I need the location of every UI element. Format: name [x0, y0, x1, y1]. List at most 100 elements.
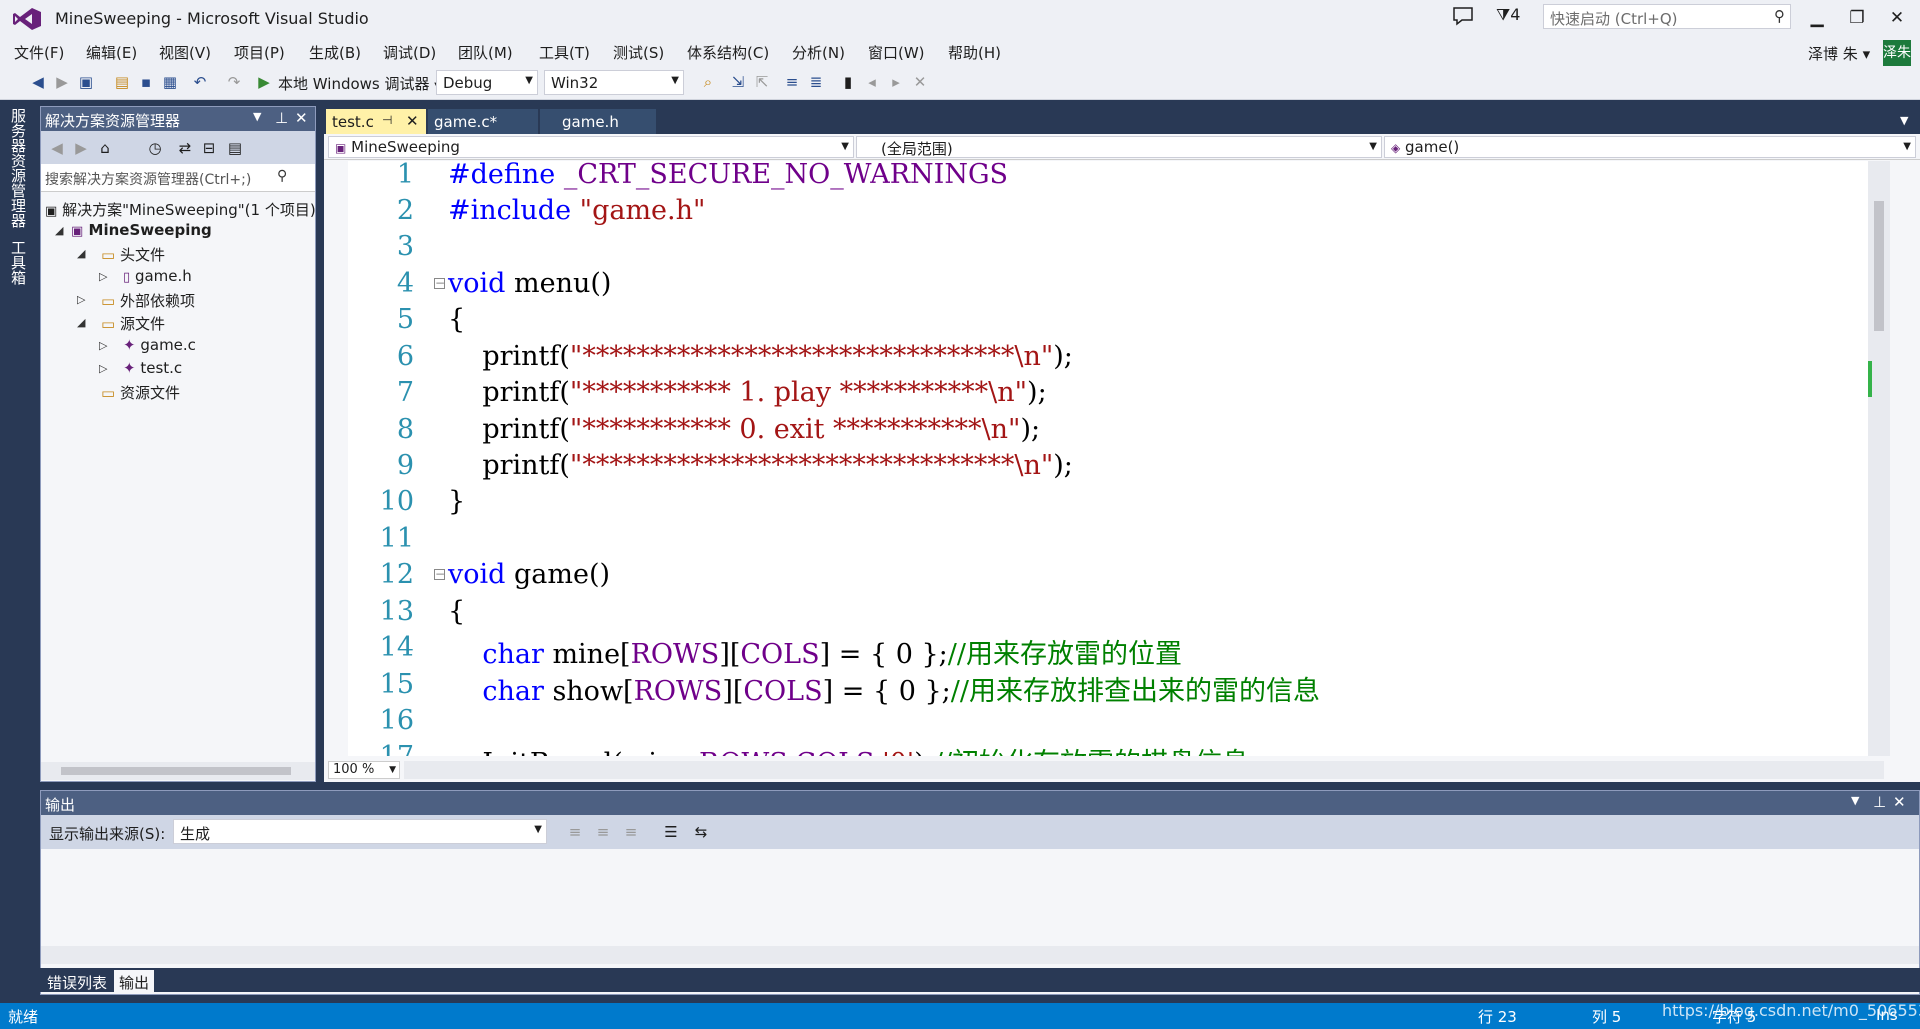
- next-bookmark-icon[interactable]: ▸: [886, 72, 906, 92]
- collapse-arrow-icon[interactable]: ◢: [55, 224, 63, 237]
- back-icon[interactable]: ◀: [47, 138, 67, 158]
- pin-icon[interactable]: ⊣: [382, 113, 392, 127]
- member-dropdown[interactable]: ◈ game() ▼: [1384, 136, 1916, 158]
- collapse-all-icon[interactable]: ⊟: [199, 138, 219, 158]
- save-all-icon[interactable]: ▦: [160, 72, 180, 92]
- collapse-region-icon[interactable]: −: [434, 277, 445, 289]
- pin-icon[interactable]: ⊥: [1873, 793, 1886, 811]
- sources-folder-node[interactable]: ▭ 源文件: [101, 313, 165, 334]
- expand-arrow-icon[interactable]: ▷: [99, 362, 107, 375]
- avatar[interactable]: 泽朱: [1883, 40, 1911, 66]
- menu-project[interactable]: 项目(P): [234, 42, 285, 63]
- uncomment-icon[interactable]: ≣: [806, 72, 826, 92]
- pin-icon[interactable]: ⊥: [275, 109, 288, 127]
- menu-test[interactable]: 测试(S): [613, 42, 664, 63]
- output-source-select[interactable]: 生成 ▼: [173, 819, 547, 844]
- configuration-select[interactable]: Debug ▼: [436, 70, 538, 95]
- bookmark-icon[interactable]: ▮: [838, 72, 858, 92]
- server-explorer-tab[interactable]: 服务器资源管理器: [8, 108, 29, 228]
- tab-game-h[interactable]: game.h: [540, 109, 656, 134]
- project-dropdown[interactable]: ▣ MineSweeping ▼: [328, 136, 854, 158]
- chevron-down-icon[interactable]: ▼: [1851, 794, 1859, 807]
- save-icon[interactable]: ▪: [136, 72, 156, 92]
- previous-bookmark-icon[interactable]: ◂: [862, 72, 882, 92]
- toolbox-tab[interactable]: 工具箱: [8, 240, 29, 285]
- clear-all-icon[interactable]: ☰: [661, 822, 681, 842]
- tab-overflow-icon[interactable]: ▼: [1900, 114, 1908, 127]
- back-icon[interactable]: ◀: [28, 72, 48, 92]
- resources-folder-node[interactable]: ▭ 资源文件: [101, 382, 180, 403]
- collapse-region-icon[interactable]: −: [434, 568, 445, 580]
- vertical-scrollbar[interactable]: [1868, 161, 1890, 756]
- step-over-icon[interactable]: ⇱: [752, 72, 772, 92]
- quick-launch-input[interactable]: 快速启动 (Ctrl+Q) ⚲: [1543, 4, 1791, 29]
- minimize-button[interactable]: ▁: [1800, 4, 1834, 32]
- solution-node[interactable]: ▣ 解决方案"MineSweeping"(1 个项目): [45, 199, 315, 220]
- close-icon[interactable]: ✕: [295, 109, 308, 127]
- step-into-icon[interactable]: ⇲: [728, 72, 748, 92]
- notifications-button[interactable]: ⧩4: [1496, 5, 1520, 25]
- new-project-icon[interactable]: ▣: [76, 72, 96, 92]
- tab-output[interactable]: 输出: [114, 970, 155, 992]
- tab-game-c[interactable]: game.c*: [428, 109, 538, 134]
- show-all-files-icon[interactable]: ▤: [225, 138, 245, 158]
- expand-arrow-icon[interactable]: ▷: [99, 270, 107, 283]
- home-icon[interactable]: ⌂: [95, 138, 115, 158]
- start-debugging-icon[interactable]: ▶: [254, 72, 274, 92]
- redo-icon[interactable]: ↷: [224, 72, 244, 92]
- restore-button[interactable]: ❐: [1840, 4, 1874, 32]
- comment-icon[interactable]: ≡: [782, 72, 802, 92]
- menu-team[interactable]: 团队(M): [458, 42, 513, 63]
- file-node-game-c[interactable]: ✦ game.c: [123, 336, 196, 354]
- horizontal-scrollbar[interactable]: [404, 761, 1884, 779]
- close-icon[interactable]: ✕: [1893, 793, 1906, 811]
- project-node[interactable]: ▣ MineSweeping: [71, 221, 212, 239]
- scroll-thumb[interactable]: [1874, 201, 1884, 331]
- file-node-test-c[interactable]: ✦ test.c: [123, 359, 182, 377]
- sync-icon[interactable]: ⇄: [175, 138, 195, 158]
- expand-arrow-icon[interactable]: ▷: [99, 339, 107, 352]
- forward-icon[interactable]: ▶: [52, 72, 72, 92]
- tab-test-c[interactable]: test.c ⊣ ✕: [326, 109, 426, 134]
- chevron-down-icon[interactable]: ▼: [253, 110, 261, 123]
- tab-error-list[interactable]: 错误列表: [42, 970, 112, 992]
- file-node-game-h[interactable]: ▯ game.h: [123, 267, 192, 285]
- collapse-arrow-icon[interactable]: ◢: [77, 316, 85, 329]
- solution-search-input[interactable]: 搜索解决方案资源管理器(Ctrl+;) ⚲: [41, 164, 315, 192]
- previous-message-icon[interactable]: ≡: [593, 822, 613, 842]
- close-tab-icon[interactable]: ✕: [406, 112, 419, 130]
- clear-bookmarks-icon[interactable]: ✕: [910, 72, 930, 92]
- headers-folder-node[interactable]: ▭ 头文件: [101, 244, 165, 265]
- menu-window[interactable]: 窗口(W): [868, 42, 925, 63]
- find-in-files-icon[interactable]: ⌕: [698, 72, 718, 92]
- find-message-icon[interactable]: ≡: [565, 822, 585, 842]
- undo-icon[interactable]: ↶: [190, 72, 210, 92]
- scope-dropdown[interactable]: (全局范围) ▼: [856, 136, 1382, 158]
- horizontal-scrollbar[interactable]: [41, 946, 1919, 964]
- scroll-thumb[interactable]: [61, 767, 291, 775]
- zoom-select[interactable]: 100 % ▼: [328, 761, 400, 779]
- menu-file[interactable]: 文件(F): [14, 42, 64, 63]
- menu-tools[interactable]: 工具(T): [539, 42, 590, 63]
- horizontal-scrollbar[interactable]: [41, 762, 315, 780]
- close-window-button[interactable]: ✕: [1880, 4, 1914, 32]
- open-file-icon[interactable]: ▤: [112, 72, 132, 92]
- code-area[interactable]: 1 2 3 4 5 6 7 8 9 10 11 12 13 14 15 16 1…: [348, 161, 1868, 756]
- collapse-arrow-icon[interactable]: ◢: [77, 247, 85, 260]
- menu-build[interactable]: 生成(B): [309, 42, 361, 63]
- word-wrap-icon[interactable]: ⇆: [691, 822, 711, 842]
- menu-help[interactable]: 帮助(H): [948, 42, 1001, 63]
- forward-icon[interactable]: ▶: [71, 138, 91, 158]
- user-account-menu[interactable]: 泽博 朱 ▾: [1808, 43, 1870, 64]
- start-debugger-button[interactable]: 本地 Windows 调试器 ▼: [278, 73, 442, 94]
- external-deps-node[interactable]: ▭ 外部依赖项: [101, 290, 195, 311]
- expand-arrow-icon[interactable]: ▷: [77, 293, 85, 306]
- menu-architecture[interactable]: 体系结构(C): [687, 42, 769, 63]
- history-icon[interactable]: ◷: [145, 138, 165, 158]
- menu-debug[interactable]: 调试(D): [383, 42, 436, 63]
- platform-select[interactable]: Win32 ▼: [544, 70, 684, 95]
- menu-edit[interactable]: 编辑(E): [86, 42, 137, 63]
- menu-view[interactable]: 视图(V): [159, 42, 211, 63]
- next-message-icon[interactable]: ≡: [621, 822, 641, 842]
- menu-analyze[interactable]: 分析(N): [792, 42, 845, 63]
